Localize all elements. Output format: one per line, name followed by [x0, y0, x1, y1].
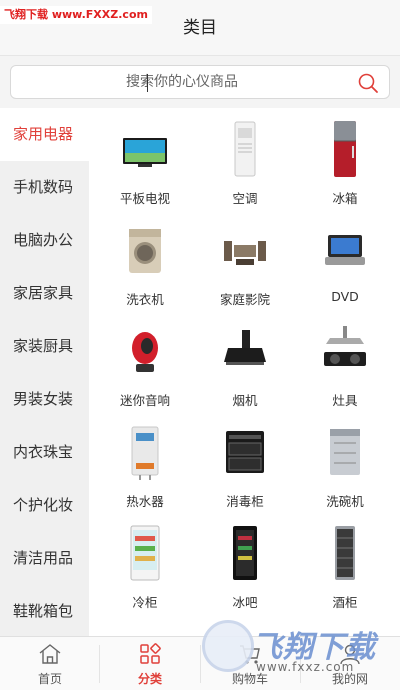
product-item[interactable]: DVD	[293, 209, 397, 309]
dvd-player-icon	[325, 235, 365, 265]
sidebar-item-shoes-bags[interactable]: 鞋靴箱包	[0, 585, 89, 638]
product-item[interactable]: 洗碗机	[293, 411, 397, 511]
search-icon[interactable]	[357, 72, 379, 94]
dishwasher-icon	[330, 429, 360, 475]
sidebar-item-personal-care[interactable]: 个护化妆	[0, 479, 89, 532]
product-item[interactable]: 冷柜	[93, 512, 197, 612]
home-theater-icon	[224, 241, 266, 265]
product-item[interactable]: 洗衣机	[93, 209, 197, 309]
sidebar-item-decor-kitchen[interactable]: 家装厨具	[0, 320, 89, 373]
sidebar-item-cleaning[interactable]: 清洁用品	[0, 532, 89, 585]
display-freezer-icon	[130, 525, 160, 581]
sidebar-item-phones-digital[interactable]: 手机数码	[0, 161, 89, 214]
disinfection-cabinet-icon	[226, 431, 264, 473]
tab-profile[interactable]: 我的网	[300, 637, 400, 690]
tab-cart-label: 购物车	[231, 672, 268, 686]
product-label: 烟机	[232, 393, 258, 408]
tab-category[interactable]: 分类	[100, 637, 200, 690]
product-item[interactable]: 平板电视	[93, 108, 197, 208]
mini-bar-fridge-icon	[233, 526, 257, 580]
product-label: 迷你音响	[119, 393, 170, 408]
category-icon	[140, 643, 161, 664]
product-item[interactable]: 冰吧	[193, 512, 297, 612]
product-item[interactable]: 迷你音响	[93, 310, 197, 410]
mini-speaker-icon	[132, 332, 158, 372]
wine-cabinet-icon	[335, 526, 355, 580]
product-item[interactable]: 家庭影院	[193, 209, 297, 309]
air-conditioner-icon	[234, 121, 256, 177]
bottom-tab-bar: 首页 分类 购物车 我的网	[0, 636, 400, 690]
tab-home-label: 首页	[37, 672, 62, 686]
product-item[interactable]: 酒柜	[293, 512, 397, 612]
product-label: 酒柜	[332, 595, 358, 610]
tv-icon	[123, 138, 167, 167]
product-label: DVD	[331, 289, 359, 304]
text-cursor	[147, 74, 148, 92]
product-label: 洗衣机	[126, 292, 164, 307]
tab-cart[interactable]: 购物车	[200, 637, 300, 690]
product-label: 冷柜	[132, 595, 158, 610]
tab-home[interactable]: 首页	[0, 637, 100, 690]
washing-machine-icon	[129, 229, 161, 273]
product-label: 热水器	[126, 494, 164, 509]
product-item[interactable]: 灶具	[293, 310, 397, 410]
search-area	[0, 56, 400, 108]
search-input[interactable]	[17, 67, 347, 97]
user-icon	[340, 644, 360, 665]
product-label: 洗碗机	[326, 494, 364, 509]
gas-stove-icon	[324, 326, 366, 366]
refrigerator-icon	[334, 121, 356, 177]
header-bar: 类目 飞翔下载 www.FXXZ.com	[0, 0, 400, 56]
product-item[interactable]: 冰箱	[293, 108, 397, 208]
product-item[interactable]: 烟机	[193, 310, 297, 410]
product-grid: 平板电视 空调 冰箱 洗衣机 家庭影院 DVD 迷你音响 烟机 灶具 热水器 消…	[89, 108, 400, 636]
app-root: 类目 飞翔下载 www.FXXZ.com 家用电器 手机数码 电脑办公 家居家具…	[0, 0, 400, 690]
product-item[interactable]: 空调	[193, 108, 297, 208]
tab-category-label: 分类	[137, 672, 162, 686]
search-box[interactable]	[10, 65, 390, 99]
product-label: 平板电视	[119, 191, 170, 206]
product-label: 家庭影院	[219, 292, 270, 307]
product-label: 空调	[232, 191, 258, 206]
sidebar-item-home-appliances[interactable]: 家用电器	[0, 108, 89, 161]
category-sidebar: 家用电器 手机数码 电脑办公 家居家具 家装厨具 男装女装 内衣珠宝 个护化妆 …	[0, 108, 89, 636]
product-item[interactable]: 消毒柜	[193, 411, 297, 511]
product-item[interactable]: 热水器	[93, 411, 197, 511]
product-label: 冰吧	[232, 595, 258, 610]
watermark-top: 飞翔下载 www.FXXZ.com	[0, 6, 152, 24]
product-label: 灶具	[332, 393, 358, 408]
sidebar-item-home-furniture[interactable]: 家居家具	[0, 267, 89, 320]
range-hood-icon	[224, 330, 266, 365]
home-icon	[39, 644, 61, 664]
sidebar-item-computers-office[interactable]: 电脑办公	[0, 214, 89, 267]
product-label: 消毒柜	[226, 494, 264, 509]
product-label: 冰箱	[332, 191, 358, 206]
water-heater-icon	[131, 426, 159, 480]
sidebar-item-apparel[interactable]: 男装女装	[0, 373, 89, 426]
sidebar-item-underwear-jewelry[interactable]: 内衣珠宝	[0, 426, 89, 479]
cart-icon	[240, 645, 260, 664]
tab-profile-label: 我的网	[331, 672, 368, 686]
